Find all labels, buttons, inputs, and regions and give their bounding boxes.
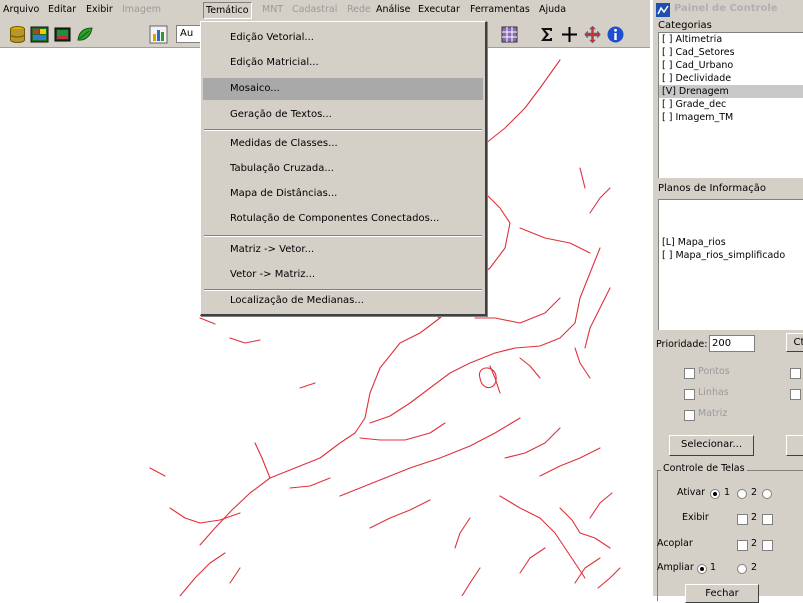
info-icon[interactable] [606, 25, 625, 44]
exibir-option-2: 2 [751, 512, 758, 523]
list-item[interactable]: [ ] Declividade [659, 72, 803, 85]
ct-button[interactable]: Ct [786, 333, 803, 352]
menu-item-rotulacao[interactable]: Rotulação de Componentes Conectados... [203, 208, 483, 230]
panel-title-bar: Painel de Controle [653, 2, 803, 18]
menu-editar[interactable]: Editar [48, 4, 76, 15]
menu-imagem[interactable]: Imagem [122, 4, 161, 15]
ativar-radio-1[interactable] [710, 489, 720, 499]
menu-item-tabulacao-cruzada[interactable]: Tabulação Cruzada... [203, 158, 483, 180]
ativar-radio-2[interactable] [737, 489, 747, 499]
menu-executar[interactable]: Executar [418, 4, 460, 15]
database-icon[interactable] [8, 25, 27, 44]
ampliar-option-2: 2 [751, 562, 758, 573]
pontos-checkbox[interactable] [684, 368, 695, 379]
prioridade-label: Prioridade: [656, 339, 708, 350]
menu-separator [204, 235, 482, 237]
menu-item-edicao-matricial[interactable]: Edição Matricial... [203, 52, 483, 74]
matriz-label: Matriz [698, 408, 728, 419]
menu-rede[interactable]: Rede [347, 4, 371, 15]
acoplar-option-2: 2 [751, 538, 758, 549]
menu-tematico[interactable]: Temático [203, 2, 252, 19]
ativar-radio-3[interactable] [762, 489, 772, 499]
linhas-label: Linhas [698, 387, 729, 398]
list-item[interactable]: [ ] Mapa_rios_simplificado [659, 249, 803, 262]
extra-checkbox[interactable] [790, 389, 801, 400]
menu-item-matriz-vetor[interactable]: Matriz -> Vetor... [203, 239, 483, 261]
acoplar-checkbox-3[interactable] [762, 540, 773, 551]
ativar-option-1: 1 [724, 487, 731, 498]
extra-checkbox[interactable] [790, 368, 801, 379]
list-item[interactable]: [L] Mapa_rios [659, 236, 803, 249]
controle-telas-label: Controle de Telas [661, 463, 747, 474]
menu-mnt[interactable]: MNT [262, 4, 283, 15]
move-icon[interactable] [583, 25, 602, 44]
planos-label: Planos de Informação [658, 183, 766, 194]
linhas-checkbox[interactable] [684, 389, 695, 400]
sigma-icon[interactable] [537, 25, 556, 44]
project-icon[interactable] [30, 25, 49, 44]
pontos-label: Pontos [698, 366, 730, 377]
menu-ajuda[interactable]: Ajuda [539, 4, 566, 15]
menu-analise[interactable]: Análise [376, 4, 410, 15]
exibir-checkbox-3[interactable] [762, 514, 773, 525]
list-item[interactable]: [ ] Grade_dec [659, 98, 803, 111]
list-item-selected[interactable]: [V] Drenagem [659, 85, 803, 98]
planos-list[interactable]: [L] Mapa_rios [ ] Mapa_rios_simplificado [658, 199, 803, 330]
menu-arquivo[interactable]: Arquivo [3, 4, 39, 15]
menu-item-medidas-classes[interactable]: Medidas de Classes... [203, 133, 483, 155]
matriz-checkbox[interactable] [684, 410, 695, 421]
menu-exibir[interactable]: Exibir [86, 4, 113, 15]
selecionar-button[interactable]: Selecionar... [669, 435, 754, 456]
ampliar-option-1: 1 [710, 562, 717, 573]
fechar-button[interactable]: Fechar [685, 584, 759, 603]
menu-bar: Arquivo Editar Exibir Imagem Temático MN… [0, 0, 650, 22]
menu-item-geracao-textos[interactable]: Geração de Textos... [203, 104, 483, 126]
acoplar-label: Acoplar [657, 538, 693, 549]
menu-separator [204, 129, 482, 131]
list-item[interactable]: [ ] Imagem_TM [659, 111, 803, 124]
list-item[interactable]: [ ] Cad_Urbano [659, 59, 803, 72]
exibir-checkbox-2[interactable] [737, 514, 748, 525]
menu-item-edicao-vetorial[interactable]: Edição Vetorial... [203, 27, 483, 49]
categorias-label: Categorias [658, 20, 712, 31]
menu-item-mosaico[interactable]: Mosaico... [203, 78, 483, 100]
ampliar-radio-1[interactable] [697, 564, 707, 574]
menu-cadastral[interactable]: Cadastral [292, 4, 337, 15]
crosshair-icon[interactable] [560, 25, 579, 44]
menu-item-mapa-distancias[interactable]: Mapa de Distâncias... [203, 183, 483, 205]
ampliar-radio-2[interactable] [737, 564, 747, 574]
list-item[interactable]: [ ] Altimetria [659, 33, 803, 46]
exibir-label: Exibir [682, 512, 709, 523]
menu-item-vetor-matriz[interactable]: Vetor -> Matriz... [203, 264, 483, 286]
categorias-list[interactable]: [ ] Altimetria [ ] Cad_Setores [ ] Cad_U… [658, 32, 803, 178]
leaf-icon[interactable] [75, 25, 94, 44]
acoplar-checkbox-2[interactable] [737, 540, 748, 551]
tematico-dropdown: Edição Vetorial... Edição Matricial... M… [200, 21, 487, 316]
control-panel: Painel de Controle Categorias [ ] Altime… [652, 0, 803, 603]
chart-icon[interactable] [149, 25, 168, 44]
extra-button[interactable] [786, 435, 803, 456]
panel-app-icon [656, 3, 670, 17]
prioridade-input[interactable]: 200 [709, 335, 755, 352]
layer-icon[interactable] [53, 25, 72, 44]
grid-icon[interactable] [500, 25, 519, 44]
list-item[interactable]: [ ] Cad_Setores [659, 46, 803, 59]
ativar-option-2: 2 [751, 487, 758, 498]
menu-ferramentas[interactable]: Ferramentas [470, 4, 530, 15]
ampliar-label: Ampliar [657, 562, 694, 573]
ativar-label: Ativar [677, 487, 706, 498]
menu-item-localizacao-medianas[interactable]: Localização de Medianas... [203, 290, 483, 312]
panel-title: Painel de Controle [674, 3, 778, 14]
